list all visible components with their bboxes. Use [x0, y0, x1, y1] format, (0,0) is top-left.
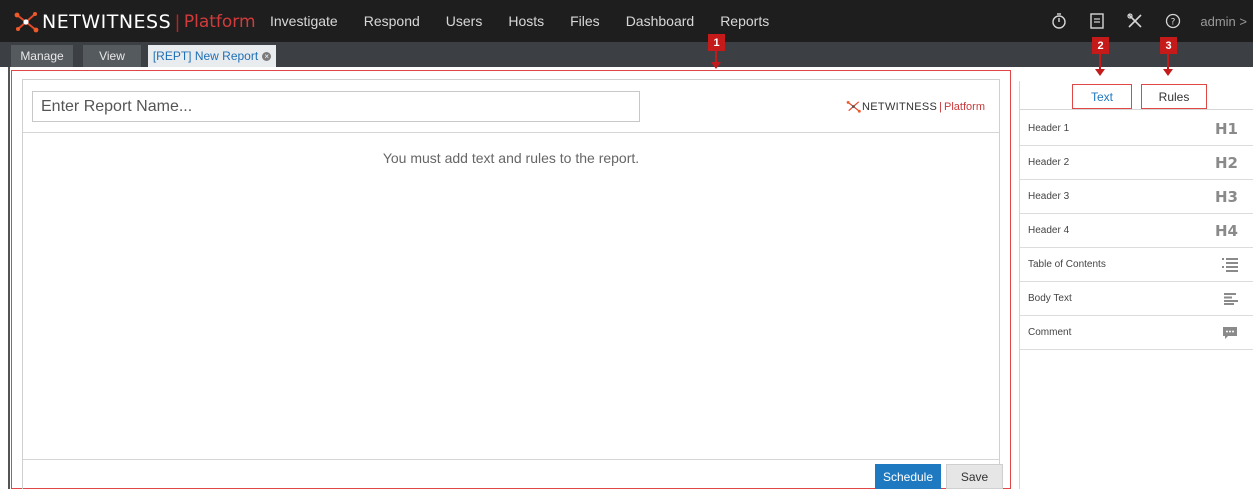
list-item-label: Body Text	[1028, 293, 1072, 304]
tab-strip: Manage View [REPT] New Report ×	[0, 42, 1253, 67]
tab-text[interactable]: Text	[1072, 84, 1132, 109]
list-item-table-of-contents[interactable]: Table of Contents	[1020, 248, 1253, 282]
report-brand-separator: |	[939, 100, 943, 113]
content-panel: Text Rules Header 1 H1 Header 2 H2 Heade…	[1019, 81, 1253, 489]
top-navigation-bar: NETWITNESS | Platform Investigate Respon…	[0, 0, 1253, 42]
table-of-contents-icon	[1222, 248, 1238, 282]
brand-separator: |	[175, 11, 180, 32]
stopwatch-icon[interactable]	[1048, 10, 1070, 32]
report-canvas: NETWITNESS | Platform You must add text …	[22, 79, 1003, 489]
comment-icon	[1222, 316, 1238, 350]
list-item-header-2[interactable]: Header 2 H2	[1020, 146, 1253, 180]
panel-tabs: Text Rules	[1020, 81, 1253, 110]
svg-text:?: ?	[1171, 18, 1176, 28]
list-item-label: Header 2	[1028, 157, 1070, 168]
callout-2-arrowhead	[1095, 69, 1105, 76]
tab-rules[interactable]: Rules	[1141, 84, 1207, 109]
report-brand-product: Platform	[944, 100, 985, 113]
schedule-button[interactable]: Schedule	[875, 464, 941, 489]
report-brand-name: NETWITNESS	[862, 100, 938, 113]
list-item-label: Table of Contents	[1028, 259, 1106, 270]
callout-1-arrow	[715, 51, 717, 62]
nav-item-files[interactable]: Files	[570, 13, 600, 29]
callout-1-arrowhead	[711, 62, 721, 69]
toolbar-tools: ? admin >	[1048, 0, 1253, 42]
save-button[interactable]: Save	[946, 464, 1003, 489]
callout-3: 3	[1160, 37, 1177, 54]
header-1-icon: H1	[1215, 120, 1238, 138]
tab-new-report-label: [REPT] New Report	[152, 49, 259, 63]
footer-divider	[23, 459, 999, 460]
report-name-input[interactable]	[32, 91, 640, 122]
callout-3-arrow	[1167, 54, 1169, 69]
nav-item-reports[interactable]: Reports	[720, 13, 769, 29]
netwitness-logo[interactable]: NETWITNESS | Platform	[14, 11, 256, 33]
list-item-header-3[interactable]: Header 3 H3	[1020, 180, 1253, 214]
netwitness-logo-icon	[846, 100, 861, 113]
nav-item-respond[interactable]: Respond	[364, 13, 420, 29]
report-brand-logo: NETWITNESS | Platform	[846, 100, 985, 113]
close-icon[interactable]: ×	[262, 51, 272, 61]
brand-product: Platform	[183, 12, 256, 32]
netwitness-logo-icon	[14, 12, 39, 33]
nav-item-users[interactable]: Users	[446, 13, 483, 29]
list-item-label: Comment	[1028, 327, 1072, 338]
list-item-header-1[interactable]: Header 1 H1	[1020, 112, 1253, 146]
callout-2: 2	[1092, 37, 1109, 54]
tab-view[interactable]: View	[83, 45, 141, 67]
empty-report-message: You must add text and rules to the repor…	[382, 150, 640, 166]
callout-2-arrow	[1099, 54, 1101, 69]
nav-item-hosts[interactable]: Hosts	[508, 13, 544, 29]
list-item-label: Header 3	[1028, 191, 1070, 202]
callout-1: 1	[708, 34, 725, 51]
left-divider	[8, 67, 10, 489]
body-text-icon	[1224, 282, 1238, 316]
nav-item-investigate[interactable]: Investigate	[270, 13, 338, 29]
list-item-comment[interactable]: Comment	[1020, 316, 1253, 350]
help-icon[interactable]: ?	[1162, 10, 1184, 32]
brand-name: NETWITNESS	[42, 11, 172, 33]
tab-new-report[interactable]: [REPT] New Report ×	[148, 45, 276, 67]
header-4-icon: H4	[1215, 222, 1238, 240]
tools-icon[interactable]	[1124, 10, 1146, 32]
header-2-icon: H2	[1215, 154, 1238, 172]
list-item-label: Header 1	[1028, 123, 1070, 134]
list-item-header-4[interactable]: Header 4 H4	[1020, 214, 1253, 248]
report-builder-page: NETWITNESS | Platform Investigate Respon…	[0, 0, 1253, 489]
text-element-list: Header 1 H1 Header 2 H2 Header 3 H3 Head…	[1020, 112, 1253, 350]
clipboard-icon[interactable]	[1086, 10, 1108, 32]
report-editor-frame: NETWITNESS | Platform You must add text …	[11, 70, 1011, 489]
list-item-body-text[interactable]: Body Text	[1020, 282, 1253, 316]
header-3-icon: H3	[1215, 188, 1238, 206]
callout-3-arrowhead	[1163, 69, 1173, 76]
user-menu[interactable]: admin >	[1200, 14, 1247, 29]
list-item-label: Header 4	[1028, 225, 1070, 236]
header-divider	[23, 132, 999, 133]
nav-item-dashboard[interactable]: Dashboard	[626, 13, 695, 29]
tab-manage[interactable]: Manage	[11, 45, 73, 67]
